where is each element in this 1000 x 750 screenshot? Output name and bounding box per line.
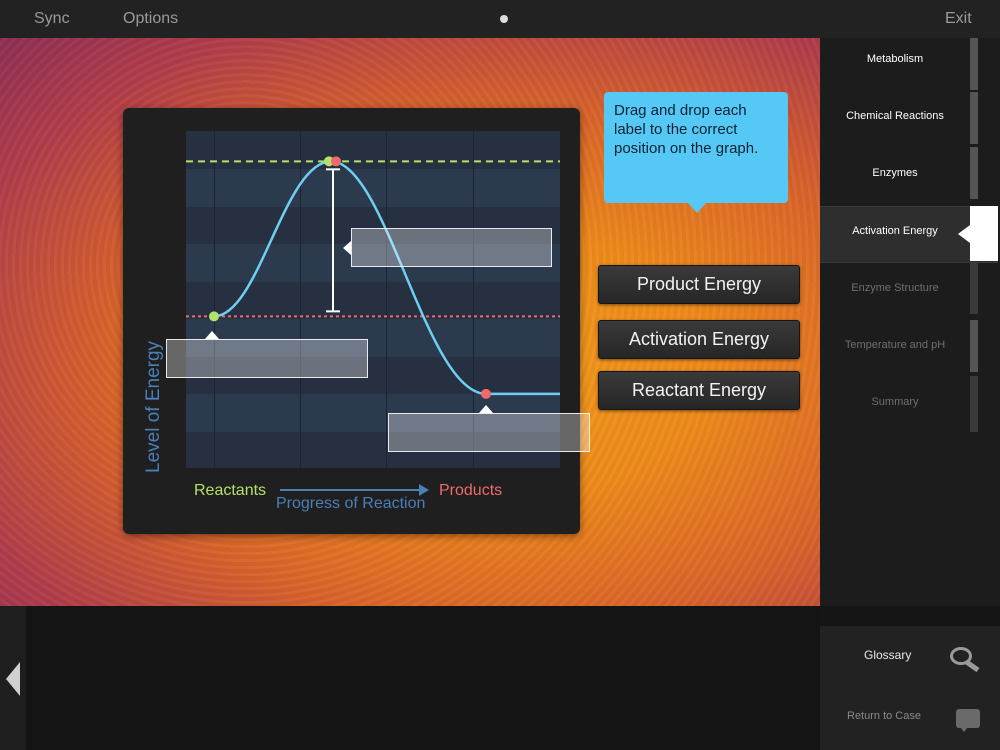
drop-target-product[interactable] xyxy=(388,413,590,452)
back-arrow-icon[interactable] xyxy=(6,662,20,696)
plot-band xyxy=(186,169,560,207)
exit-button[interactable]: Exit xyxy=(945,10,972,28)
drop-target-activation[interactable] xyxy=(351,228,552,267)
return-to-case-link[interactable]: Return to Case xyxy=(847,710,921,722)
drop-target-pointer xyxy=(343,241,351,255)
page-indicator-dot xyxy=(500,15,508,23)
top-bar: Sync Options Exit xyxy=(0,0,1000,38)
energy-graph-panel: Level of Energy Reactants Progress of Re… xyxy=(123,108,590,534)
sync-button[interactable]: Sync xyxy=(34,10,70,28)
plot-grid-line xyxy=(300,131,301,468)
back-tab[interactable] xyxy=(0,606,26,750)
y-axis-label: Level of Energy xyxy=(143,340,164,473)
progress-bar-segment xyxy=(970,376,978,432)
sidebar-item-summary[interactable]: Summary xyxy=(820,396,970,408)
instruction-bubble-tail xyxy=(688,203,706,213)
drop-target-pointer xyxy=(479,405,493,413)
sidebar-item-chemical-reactions[interactable]: Chemical Reactions xyxy=(820,110,970,122)
drop-target-pointer xyxy=(205,331,219,339)
sidebar-item-enzymes[interactable]: Enzymes xyxy=(820,167,970,179)
active-item-marker xyxy=(970,206,998,261)
instruction-bubble: Drag and drop each label to the correct … xyxy=(604,92,788,203)
x-end-label: Products xyxy=(439,482,503,499)
sidebar-item-metabolism[interactable]: Metabolism xyxy=(820,53,970,65)
sidebar-item-activation-energy[interactable]: Activation Energy xyxy=(820,225,970,237)
progress-bar-segment xyxy=(970,320,978,372)
label-chip-activation-energy[interactable]: Activation Energy xyxy=(598,320,800,359)
chat-bubble-icon[interactable] xyxy=(956,709,980,728)
options-button[interactable]: Options xyxy=(123,10,178,28)
glossary-link[interactable]: Glossary xyxy=(864,648,911,662)
plot-grid-line xyxy=(386,131,387,468)
bottom-right-panel: Glossary Return to Case xyxy=(820,626,1000,750)
progress-bar-segment xyxy=(970,262,978,314)
progress-bar-segment xyxy=(970,92,978,144)
notes-area xyxy=(26,606,820,750)
sidebar-item-temperature-ph[interactable]: Temperature and pH xyxy=(820,339,970,351)
drop-target-reactant[interactable] xyxy=(166,339,368,378)
x-axis-arrow xyxy=(280,489,420,491)
chat-bubble-tail-icon xyxy=(960,727,968,732)
label-chip-reactant-energy[interactable]: Reactant Energy xyxy=(598,371,800,410)
progress-bar-segment xyxy=(970,147,978,199)
sidebar-item-enzyme-structure[interactable]: Enzyme Structure xyxy=(820,282,970,294)
x-start-label: Reactants xyxy=(194,482,267,499)
progress-bar-segment xyxy=(970,38,978,90)
label-chip-product-energy[interactable]: Product Energy xyxy=(598,265,800,304)
x-axis-label: Progress of Reaction xyxy=(276,495,426,512)
plot-grid-line xyxy=(214,131,215,468)
